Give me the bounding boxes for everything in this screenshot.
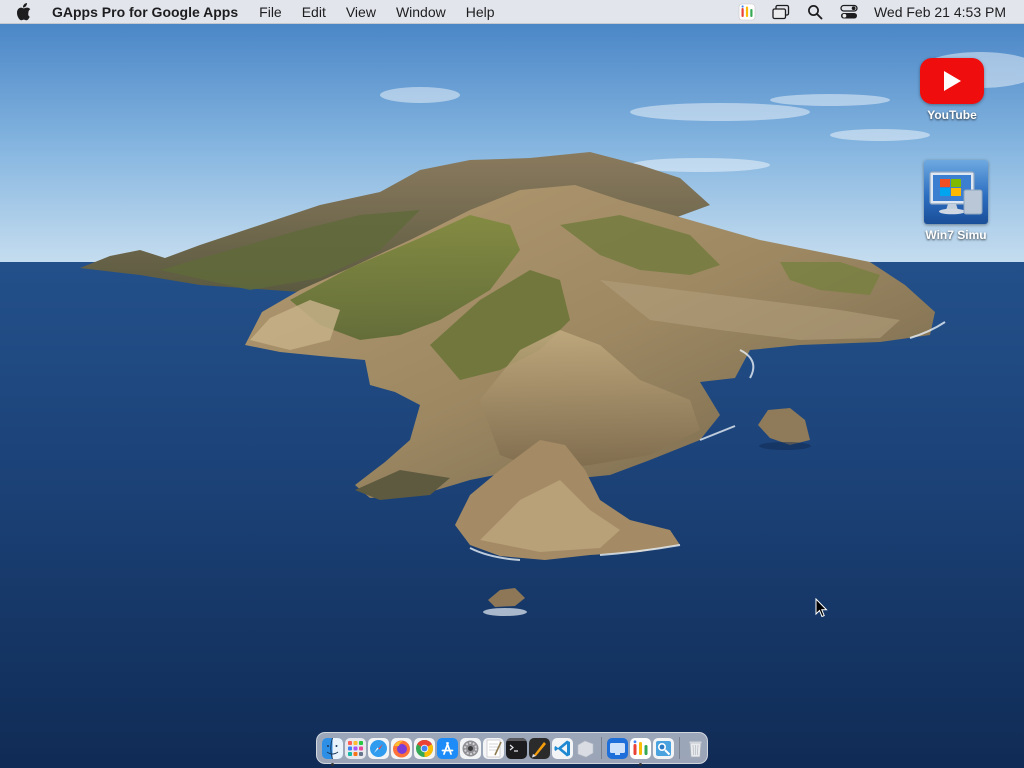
dock-chrome[interactable] [413, 737, 436, 760]
launchpad-icon [345, 737, 366, 759]
app-store-icon [437, 737, 458, 759]
running-indicator [639, 762, 642, 766]
vscode-icon [552, 737, 573, 759]
textedit-icon [483, 737, 504, 759]
help-menu[interactable]: Help [456, 0, 505, 24]
dock-remote-desktop[interactable] [606, 737, 629, 760]
dock-terminal[interactable] [505, 737, 528, 760]
dock-app-store[interactable] [436, 737, 459, 760]
preview-icon [653, 737, 674, 759]
dock-trash[interactable] [684, 737, 707, 760]
edit-menu[interactable]: Edit [292, 0, 336, 24]
youtube-icon [920, 58, 984, 104]
app-menu[interactable]: GApps Pro for Google Apps [46, 0, 249, 24]
window-menu[interactable]: Window [386, 0, 456, 24]
sublime-icon [529, 737, 550, 759]
menu-bar-clock[interactable]: Wed Feb 21 4:53 PM [866, 4, 1006, 20]
gapps-icon [630, 737, 651, 759]
dock-launchpad[interactable] [344, 737, 367, 760]
menu-bar: GApps Pro for Google Apps File Edit View… [0, 0, 1024, 24]
apple-logo-icon[interactable] [0, 0, 46, 24]
dock [316, 732, 708, 766]
dock-firefox[interactable] [390, 737, 413, 760]
chrome-icon [414, 737, 435, 759]
desktop-icon-label: Win7 Simu [925, 228, 987, 242]
gapps-icon[interactable] [730, 0, 764, 24]
blank-app-icon [575, 738, 596, 759]
running-indicator [331, 762, 334, 766]
remote-desktop-icon [607, 737, 628, 759]
system-preferences-icon [460, 737, 481, 759]
finder-icon [322, 737, 343, 759]
screen-mirroring-icon[interactable] [764, 0, 798, 24]
spotlight-search-icon[interactable] [798, 0, 832, 24]
view-menu[interactable]: View [336, 0, 386, 24]
firefox-icon [391, 737, 412, 759]
desktop-icon-label: YouTube [927, 108, 977, 122]
dock-safari[interactable] [367, 737, 390, 760]
win7-simulator-icon [924, 160, 988, 224]
desktop-wallpaper [0, 0, 1024, 768]
dock-separator [679, 737, 680, 759]
dock-blank-app[interactable] [574, 737, 597, 760]
dock-finder[interactable] [321, 737, 344, 766]
desktop-icon-win7-simu[interactable]: Win7 Simu [910, 160, 1002, 242]
dock-sublime[interactable] [528, 737, 551, 760]
dock-separator [601, 737, 602, 759]
dock-textedit[interactable] [482, 737, 505, 760]
dock-vscode[interactable] [551, 737, 574, 760]
dock-system-preferences[interactable] [459, 737, 482, 760]
safari-icon [368, 737, 389, 759]
mouse-pointer-icon [815, 598, 828, 618]
desktop-icon-youtube[interactable]: YouTube [906, 56, 998, 122]
terminal-icon [506, 737, 527, 759]
dock-preview[interactable] [652, 737, 675, 760]
dock-gapps[interactable] [629, 737, 652, 766]
file-menu[interactable]: File [249, 0, 292, 24]
control-center-icon[interactable] [832, 0, 866, 24]
trash-icon [685, 738, 706, 759]
